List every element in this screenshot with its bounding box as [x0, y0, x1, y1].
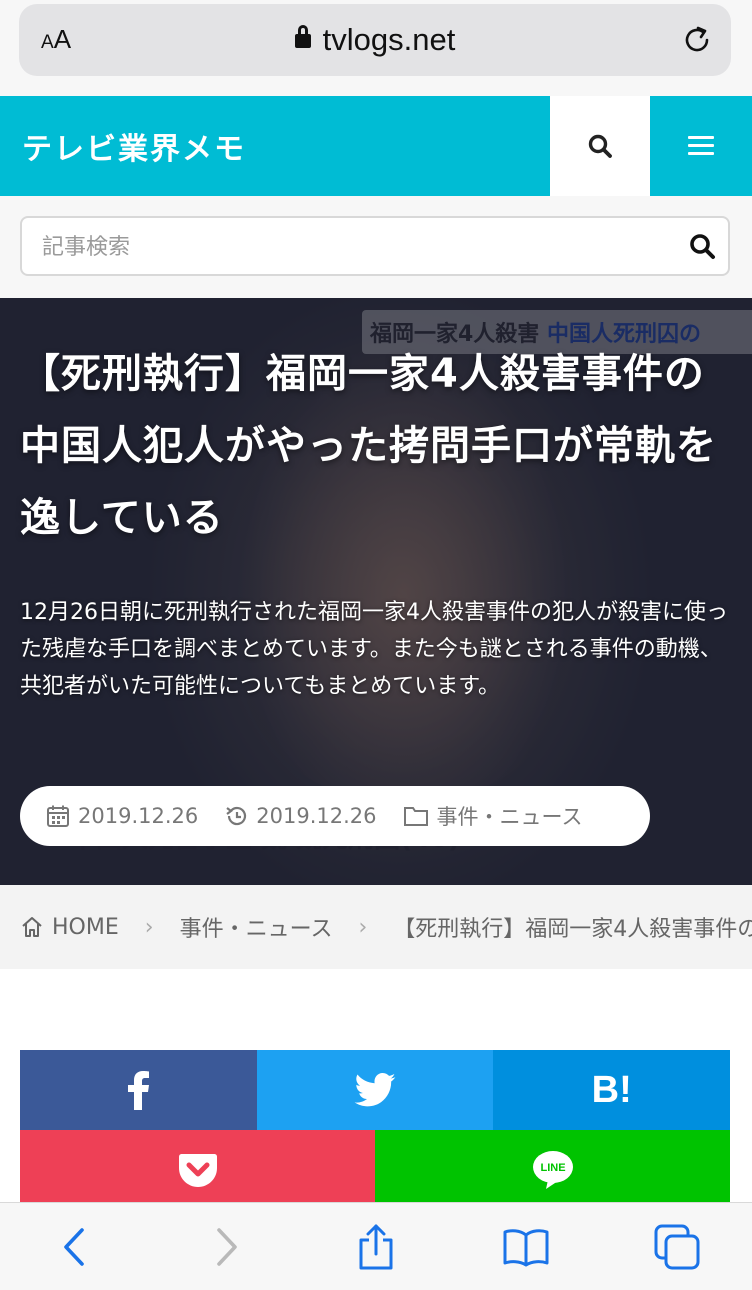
- breadcrumb: HOME › 事件・ニュース › 【死刑執行】福岡一家4人殺害事件の中国人犯人が…: [0, 885, 752, 969]
- article-description: 12月26日朝に死刑執行された福岡一家4人殺害事件の犯人が殺害に使った残虐な手口…: [20, 600, 728, 699]
- tabs-icon: [654, 1224, 700, 1269]
- article-meta: 2019.12.26 2019.12.26 事件・ニュース: [20, 786, 650, 846]
- search-section: [0, 196, 752, 298]
- book-icon: [503, 1228, 549, 1266]
- pocket-icon: [178, 1154, 217, 1187]
- facebook-share-button[interactable]: [20, 1050, 257, 1130]
- breadcrumb-home[interactable]: HOME: [20, 915, 119, 940]
- site-logo[interactable]: テレビ業界メモ: [0, 96, 550, 196]
- hamburger-icon: [688, 136, 714, 156]
- tabs-button[interactable]: [647, 1217, 707, 1277]
- domain-text: tvlogs.net: [322, 22, 456, 57]
- folder-icon: [403, 807, 428, 826]
- search-form: [20, 216, 730, 276]
- article-title: 【死刑執行】福岡一家4人殺害事件の中国人犯人がやった拷問手口が常軌を逸している: [20, 351, 717, 541]
- address-bar[interactable]: AA tvlogs.net: [19, 4, 731, 76]
- url-display[interactable]: tvlogs.net: [19, 22, 731, 58]
- hatena-bookmark-button[interactable]: B!: [493, 1050, 731, 1130]
- chevron-right-icon: ›: [144, 914, 154, 940]
- published-date: 2019.12.26: [46, 804, 198, 828]
- line-icon: LINE: [532, 1151, 573, 1189]
- pocket-share-button[interactable]: [20, 1130, 375, 1210]
- chevron-right-icon: [216, 1227, 237, 1266]
- site-header: テレビ業界メモ: [0, 96, 752, 196]
- home-icon: [22, 917, 42, 937]
- header-search-button[interactable]: [550, 96, 650, 196]
- breadcrumb-category[interactable]: 事件・ニュース: [180, 911, 333, 943]
- chevron-right-icon: ›: [358, 914, 368, 940]
- lock-icon: [294, 25, 311, 48]
- search-input[interactable]: [42, 230, 662, 264]
- back-button[interactable]: [45, 1217, 105, 1277]
- browser-address-area: AA tvlogs.net: [0, 0, 752, 96]
- bookmarks-button[interactable]: [496, 1217, 556, 1277]
- facebook-icon: [128, 1071, 150, 1110]
- breadcrumb-current: 【死刑執行】福岡一家4人殺害事件の中国人犯人がやった拷問手口が常軌を逸している: [393, 917, 752, 942]
- twitter-icon: [354, 1073, 396, 1107]
- category-link[interactable]: 事件・ニュース: [403, 801, 582, 831]
- twitter-share-button[interactable]: [256, 1050, 494, 1130]
- header-menu-button[interactable]: [650, 96, 752, 196]
- hatena-icon: B!: [591, 1068, 632, 1111]
- search-submit-icon[interactable]: [688, 232, 716, 260]
- search-icon: [588, 134, 612, 158]
- share-buttons: B! LINE: [20, 1050, 731, 1210]
- calendar-icon: [47, 805, 69, 827]
- forward-button[interactable]: [196, 1217, 256, 1277]
- reload-icon[interactable]: [681, 24, 713, 56]
- chevron-left-icon: [64, 1227, 84, 1266]
- updated-date: 2019.12.26: [224, 804, 377, 828]
- article-hero: 福岡一家4人殺害 中国人死刑囚の 中国人元留学生 魏 魏死刑囚(40) 【死刑執…: [0, 298, 752, 885]
- site-brand-text: テレビ業界メモ: [22, 132, 246, 167]
- svg-text:LINE: LINE: [540, 1162, 565, 1174]
- share-button[interactable]: [346, 1217, 406, 1277]
- history-icon: [226, 806, 247, 826]
- line-share-button[interactable]: LINE: [375, 1130, 730, 1210]
- browser-toolbar: [0, 1202, 752, 1290]
- share-icon: [359, 1224, 393, 1269]
